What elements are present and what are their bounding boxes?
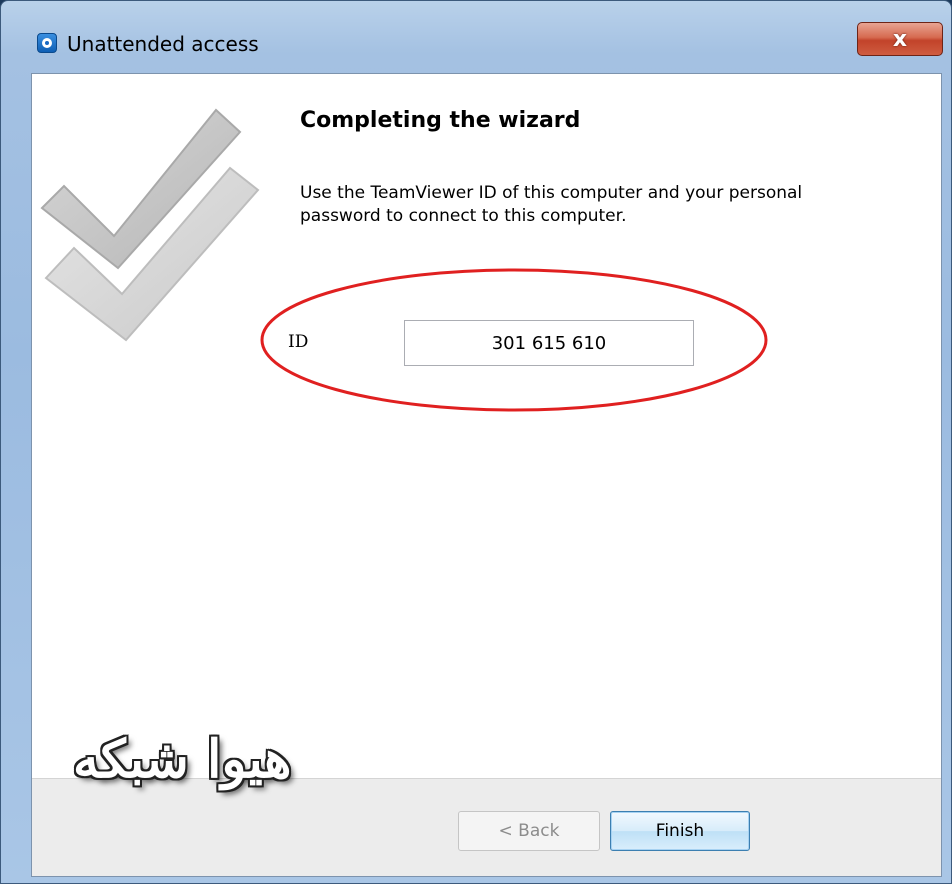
- teamviewer-icon: [37, 33, 57, 53]
- finish-button[interactable]: Finish: [610, 811, 750, 851]
- id-label: ID: [288, 332, 309, 352]
- title-bar[interactable]: Unattended access x: [1, 1, 951, 73]
- wizard-window: Unattended access x Completing the wizar…: [0, 0, 952, 884]
- button-bar: < Back Finish: [32, 778, 941, 876]
- wizard-description: Use the TeamViewer ID of this computer a…: [300, 183, 803, 226]
- back-button[interactable]: < Back: [458, 811, 600, 851]
- close-icon: x: [892, 26, 908, 52]
- window-title: Unattended access: [67, 32, 259, 56]
- checkmark-icon: [40, 108, 260, 342]
- wizard-heading: Completing the wizard: [300, 108, 581, 133]
- close-button[interactable]: x: [857, 22, 943, 56]
- watermark-logo: هیوا شبکه: [73, 729, 292, 790]
- id-field[interactable]: 301 615 610: [404, 320, 694, 366]
